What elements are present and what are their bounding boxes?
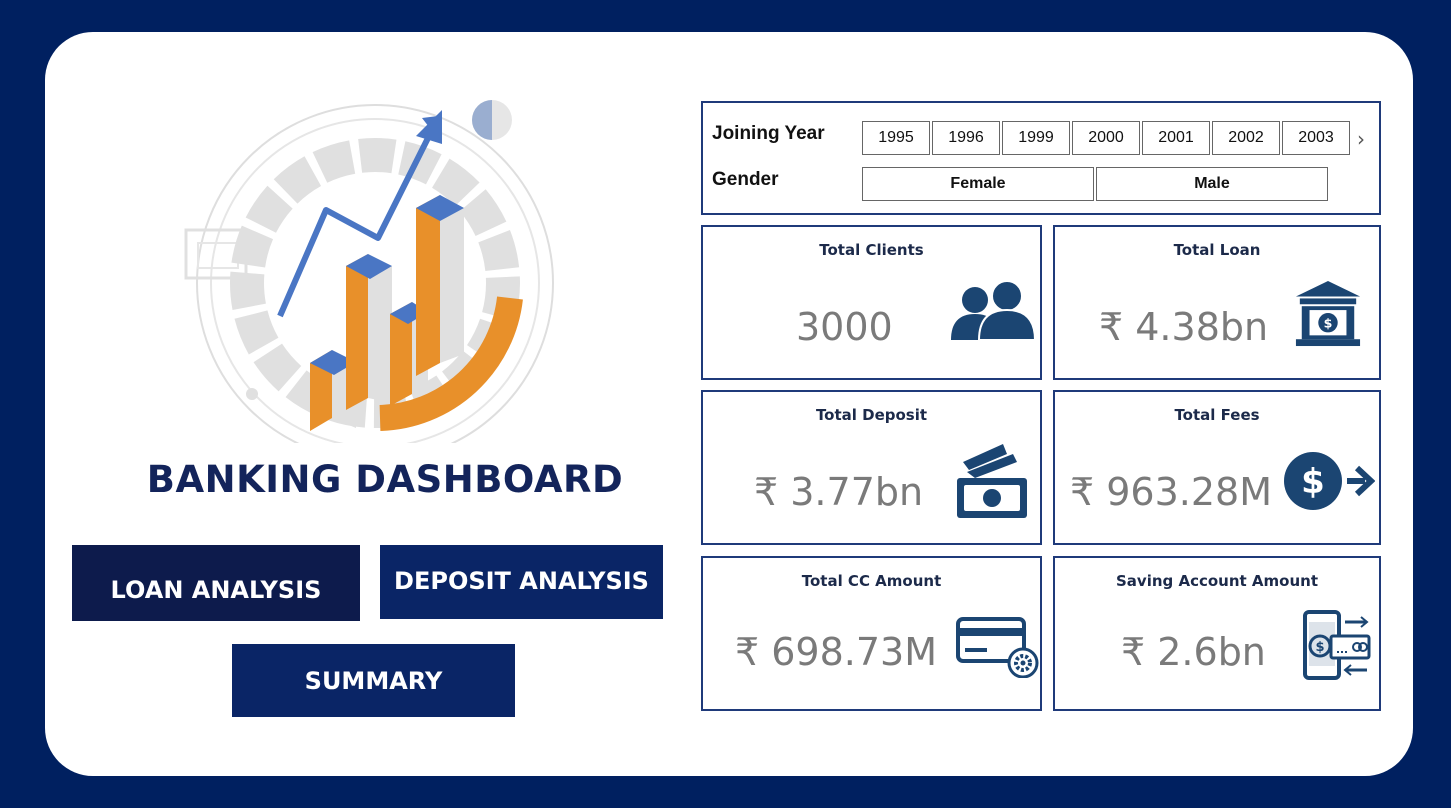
credit-card-icon: [956, 617, 1039, 678]
joining-year-label: Joining Year: [712, 123, 825, 144]
summary-button[interactable]: SUMMARY: [232, 644, 515, 717]
deposit-analysis-button[interactable]: DEPOSIT ANALYSIS: [380, 545, 663, 619]
cash-icon: [957, 444, 1027, 518]
kpi-value: ₹ 4.38bn: [1099, 305, 1269, 349]
kpi-title: Saving Account Amount: [1115, 572, 1318, 590]
banking-chart-logo-icon: [184, 100, 554, 443]
year-chip[interactable]: 2000: [1072, 121, 1140, 155]
loan-analysis-button[interactable]: LOAN ANALYSIS: [72, 545, 360, 621]
dashboard-title: BANKING DASHBOARD: [146, 458, 624, 501]
kpi-value: 3000: [796, 305, 893, 349]
year-chip[interactable]: 1999: [1002, 121, 1070, 155]
dollar-arrow-icon: $: [1284, 452, 1375, 510]
kpi-title: Total CC Amount: [801, 572, 942, 590]
gender-chip-male[interactable]: Male: [1096, 167, 1328, 201]
gender-slicer: Female Male: [862, 167, 1328, 201]
mobile-payment-icon: $: [1303, 610, 1371, 680]
summary-label: SUMMARY: [304, 666, 443, 695]
kpi-title: Total Clients: [819, 241, 924, 259]
loan-analysis-label: LOAN ANALYSIS: [110, 576, 322, 604]
kpi-title: Total Deposit: [815, 406, 928, 424]
year-chip[interactable]: 2001: [1142, 121, 1210, 155]
kpi-card-total-clients: Total Clients 3000: [701, 225, 1042, 380]
year-chip[interactable]: 1996: [932, 121, 1000, 155]
kpi-value: ₹ 2.6bn: [1121, 630, 1266, 674]
kpi-card-saving-account-amount: Saving Account Amount ₹ 2.6bn $: [1053, 556, 1381, 711]
kpi-card-total-loan: Total Loan ₹ 4.38bn $: [1053, 225, 1381, 380]
kpi-title: Total Loan: [1173, 241, 1261, 259]
gender-label: Gender: [712, 169, 779, 190]
year-chip[interactable]: 2002: [1212, 121, 1280, 155]
kpi-value: ₹ 3.77bn: [754, 470, 924, 514]
svg-text:$: $: [1324, 316, 1333, 331]
chevron-right-icon[interactable]: ›: [1357, 127, 1375, 151]
year-chip[interactable]: 2003: [1282, 121, 1350, 155]
kpi-value: ₹ 963.28M: [1070, 470, 1273, 514]
kpi-card-total-deposit: Total Deposit ₹ 3.77bn: [701, 390, 1042, 545]
kpi-value: ₹ 698.73M: [735, 630, 938, 674]
joining-year-slicer: 1995 1996 1999 2000 2001 2002 2003: [862, 121, 1350, 155]
svg-text:$: $: [1301, 462, 1325, 502]
kpi-title: Total Fees: [1174, 406, 1260, 424]
kpi-card-total-cc-amount: Total CC Amount ₹ 698.73M: [701, 556, 1042, 711]
year-chip[interactable]: 1995: [862, 121, 930, 155]
gender-chip-female[interactable]: Female: [862, 167, 1094, 201]
deposit-analysis-label: DEPOSIT ANALYSIS: [394, 567, 649, 595]
kpi-card-total-fees: Total Fees ₹ 963.28M $: [1053, 390, 1381, 545]
bank-icon: $: [1295, 280, 1361, 347]
people-icon: [951, 280, 1037, 341]
filter-panel: Joining Year 1995 1996 1999 2000 2001 20…: [701, 101, 1381, 215]
svg-text:$: $: [1315, 640, 1324, 655]
